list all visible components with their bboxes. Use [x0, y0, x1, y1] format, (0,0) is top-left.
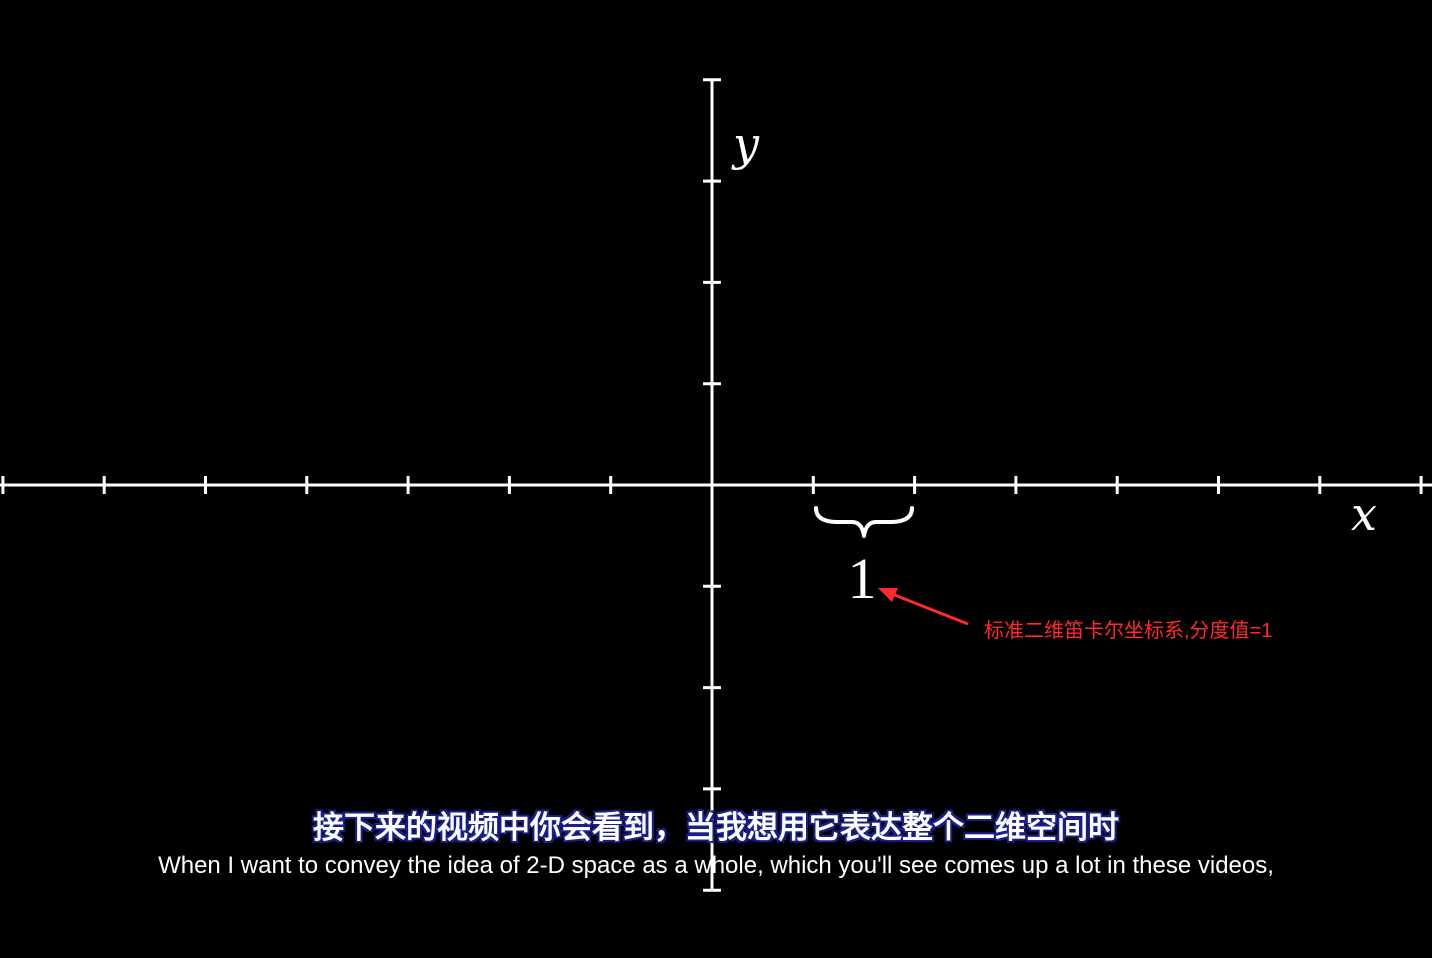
video-frame: y x 1 标准二维笛卡尔坐标系,分度值=1 接下来的视频中你会看到，当我想用它… [0, 0, 1432, 958]
unit-brace [814, 506, 914, 538]
subtitle-chinese: 接下来的视频中你会看到，当我想用它表达整个二维空间时 [313, 810, 1119, 846]
y-axis-label: y [731, 117, 760, 171]
x-axis-label: x [1351, 487, 1377, 541]
unit-length-label: 1 [848, 546, 877, 611]
subtitle-english: When I want to convey the idea of 2-D sp… [158, 852, 1274, 879]
annotation-label: 标准二维笛卡尔坐标系,分度值=1 [984, 620, 1273, 642]
annotation-arrow-head [878, 588, 898, 602]
annotation-arrow-shaft [891, 592, 969, 626]
